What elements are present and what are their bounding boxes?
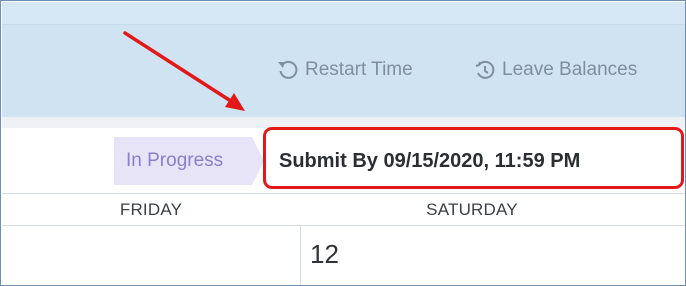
date-cell-saturday: 12: [310, 239, 339, 269]
top-strip: [2, 2, 685, 25]
timesheet-panel: Restart Time Leave Balances In Progress …: [0, 0, 686, 286]
restart-time-button[interactable]: Restart Time: [277, 59, 413, 81]
day-header-saturday: SATURDAY: [426, 200, 518, 219]
leave-balances-label: Leave Balances: [502, 59, 638, 80]
column-divider: [300, 225, 301, 285]
restart-time-label: Restart Time: [305, 59, 413, 80]
header-divider: [2, 225, 685, 226]
leave-balances-button[interactable]: Leave Balances: [474, 59, 637, 81]
restart-icon: [277, 59, 299, 81]
in-progress-label: In Progress: [126, 150, 224, 171]
clock-history-icon: [474, 59, 496, 81]
status-bar-spacer: [2, 117, 685, 128]
in-progress-badge: In Progress: [114, 137, 264, 185]
day-header-friday: FRIDAY: [119, 200, 183, 219]
submit-by-deadline: Submit By 09/15/2020, 11:59 PM: [279, 149, 581, 172]
